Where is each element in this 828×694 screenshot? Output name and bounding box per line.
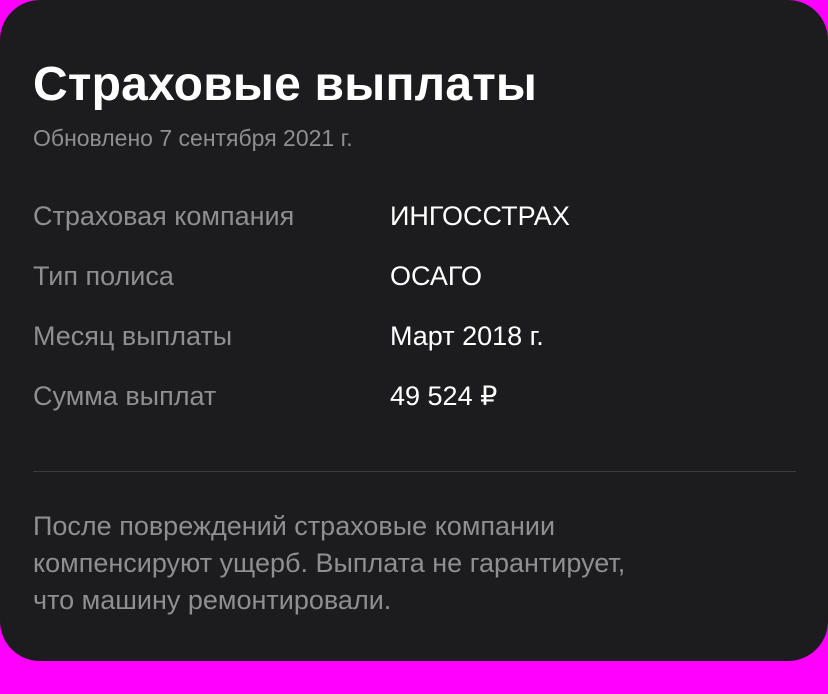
- updated-date: Обновлено 7 сентября 2021 г.: [33, 125, 353, 151]
- card-title: Страховые выплаты: [33, 58, 538, 111]
- detail-label: Месяц выплаты: [33, 321, 233, 351]
- detail-row-policy-type: Тип полиса ОСАГО: [33, 257, 795, 317]
- detail-value: ОСАГО: [390, 261, 483, 291]
- detail-value: 49 524 ₽: [390, 381, 498, 411]
- detail-label: Страховая компания: [33, 201, 295, 231]
- insurance-payments-card: Страховые выплаты Обновлено 7 сентября 2…: [0, 0, 828, 661]
- disclaimer-note: После повреждений страховые компании ком…: [33, 508, 795, 619]
- detail-value: ИНГОССТРАХ: [390, 201, 570, 231]
- divider: [33, 471, 796, 472]
- detail-label: Сумма выплат: [33, 381, 217, 411]
- note-line: компенсируют ущерб. Выплата не гарантиру…: [33, 548, 626, 578]
- note-line: После повреждений страховые компании: [33, 511, 556, 541]
- detail-label: Тип полиса: [33, 261, 174, 291]
- details-list: Страховая компания ИНГОССТРАХ Тип полиса…: [33, 197, 795, 437]
- detail-row-payment-amount: Сумма выплат 49 524 ₽: [33, 377, 795, 437]
- detail-row-payment-month: Месяц выплаты Март 2018 г.: [33, 317, 795, 377]
- detail-row-insurance-company: Страховая компания ИНГОССТРАХ: [33, 197, 795, 257]
- detail-value: Март 2018 г.: [390, 321, 544, 351]
- note-line: что машину ремонтировали.: [33, 585, 392, 615]
